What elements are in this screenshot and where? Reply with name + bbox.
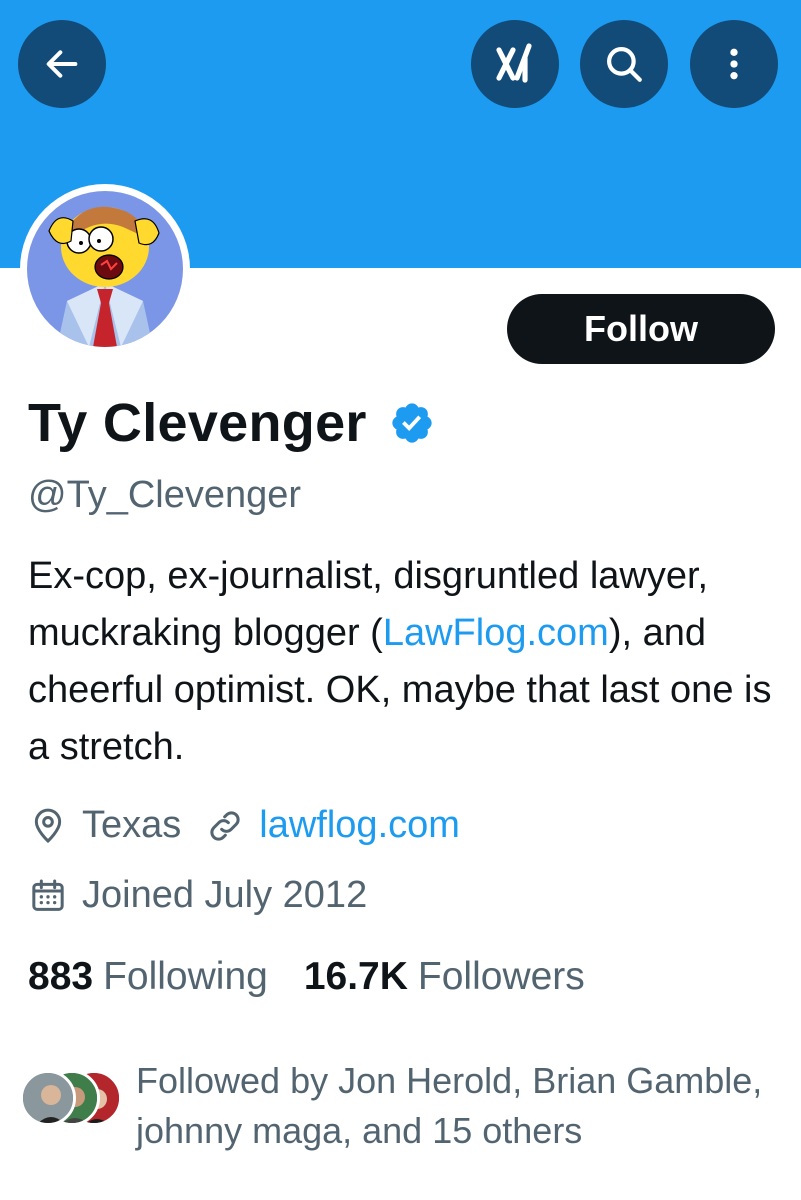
grok-icon	[496, 43, 532, 83]
back-button[interactable]	[18, 20, 106, 108]
display-name: Ty Clevenger	[28, 393, 367, 453]
followers-label: Followers	[417, 955, 585, 998]
followers-count: 16.7K	[303, 955, 408, 998]
name-row: Ty Clevenger	[28, 392, 435, 454]
website-link[interactable]: lawflog.com	[259, 804, 460, 847]
profile-bio: Ex-cop, ex-journalist, disgruntled lawye…	[28, 548, 788, 776]
link-icon	[210, 810, 240, 841]
user-handle: @Ty_Clevenger	[28, 474, 302, 516]
following-link[interactable]: 883 Following	[28, 955, 268, 999]
grok-button[interactable]	[471, 20, 559, 108]
profile-avatar[interactable]	[20, 184, 190, 354]
search-button[interactable]	[580, 20, 668, 108]
following-label: Following	[103, 955, 268, 998]
followed-by-text: Followed by Jon Herold, Brian Gamble, jo…	[136, 1060, 763, 1151]
avatar-image	[27, 191, 183, 347]
more-options-button[interactable]	[690, 20, 778, 108]
joined-date: Joined July 2012	[82, 874, 368, 916]
mutual-avatar	[20, 1070, 76, 1126]
following-count: 883	[28, 955, 94, 998]
follow-button[interactable]: Follow	[507, 294, 775, 364]
more-vertical-icon	[730, 48, 738, 80]
follow-stats: 883 Following 16.7K Followers	[28, 955, 585, 999]
calendar-icon	[32, 879, 64, 911]
arrow-left-icon	[46, 50, 78, 78]
profile-meta-row: Texas lawflog.com	[28, 804, 460, 847]
followed-by-section[interactable]: Followed by Jon Herold, Brian Gamble, jo…	[20, 1056, 776, 1156]
joined-row: Joined July 2012	[28, 874, 367, 917]
bio-link[interactable]: LawFlog.com	[383, 612, 609, 654]
followers-link[interactable]: 16.7K Followers	[304, 955, 585, 999]
location-pin-icon	[34, 808, 62, 843]
search-icon	[607, 47, 642, 82]
mutual-avatars	[20, 1070, 122, 1130]
location-text: Texas	[82, 804, 182, 846]
verified-badge-icon[interactable]	[389, 400, 435, 446]
